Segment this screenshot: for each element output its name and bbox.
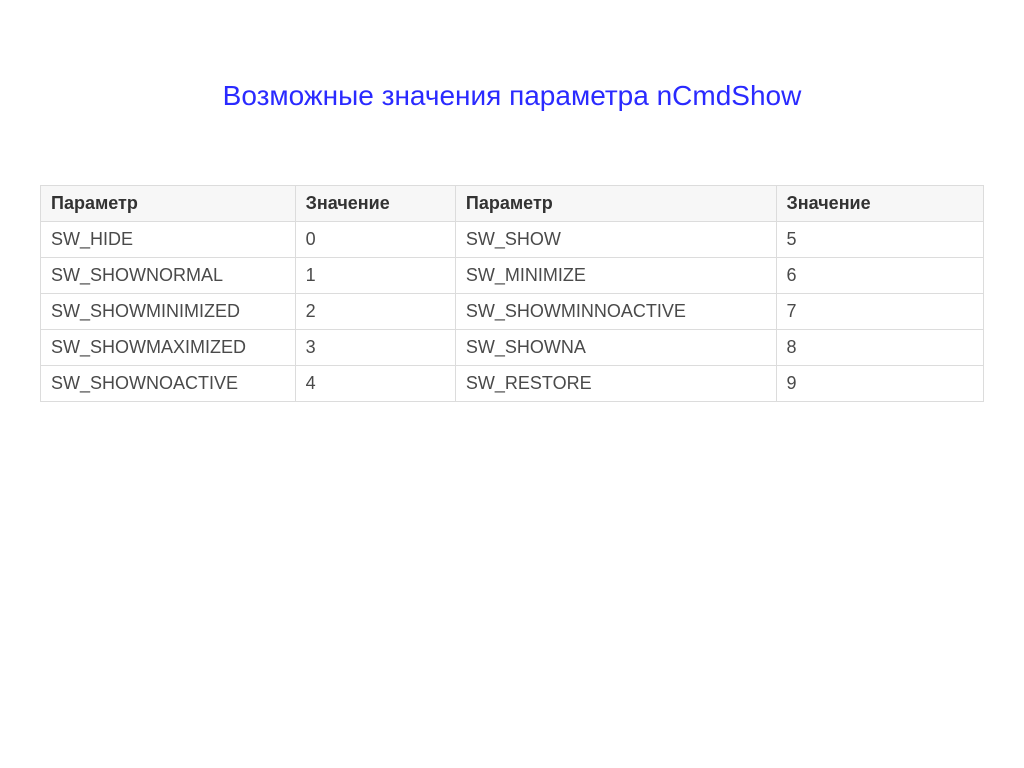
- header-param-1: Параметр: [41, 186, 296, 222]
- ncmdshow-table: Параметр Значение Параметр Значение SW_H…: [40, 185, 984, 402]
- cell-value: 4: [295, 366, 455, 402]
- cell-value: 1: [295, 258, 455, 294]
- page-title: Возможные значения параметра nCmdShow: [0, 80, 1024, 112]
- header-value-2: Значение: [776, 186, 983, 222]
- cell-value: 0: [295, 222, 455, 258]
- cell-param: SW_SHOWMINIMIZED: [41, 294, 296, 330]
- header-value-1: Значение: [295, 186, 455, 222]
- table-row: SW_SHOWNORMAL 1 SW_MINIMIZE 6: [41, 258, 984, 294]
- header-param-2: Параметр: [455, 186, 776, 222]
- table-row: SW_HIDE 0 SW_SHOW 5: [41, 222, 984, 258]
- cell-value: 9: [776, 366, 983, 402]
- cell-value: 2: [295, 294, 455, 330]
- cell-value: 5: [776, 222, 983, 258]
- table-row: SW_SHOWNOACTIVE 4 SW_RESTORE 9: [41, 366, 984, 402]
- table-row: SW_SHOWMAXIMIZED 3 SW_SHOWNA 8: [41, 330, 984, 366]
- cell-param: SW_SHOWNORMAL: [41, 258, 296, 294]
- table-row: SW_SHOWMINIMIZED 2 SW_SHOWMINNOACTIVE 7: [41, 294, 984, 330]
- cell-param: SW_SHOWMINNOACTIVE: [455, 294, 776, 330]
- cell-param: SW_HIDE: [41, 222, 296, 258]
- cell-param: SW_SHOW: [455, 222, 776, 258]
- cell-param: SW_RESTORE: [455, 366, 776, 402]
- cell-param: SW_SHOWNOACTIVE: [41, 366, 296, 402]
- cell-value: 6: [776, 258, 983, 294]
- table-header-row: Параметр Значение Параметр Значение: [41, 186, 984, 222]
- cell-value: 3: [295, 330, 455, 366]
- cell-value: 7: [776, 294, 983, 330]
- cell-param: SW_SHOWMAXIMIZED: [41, 330, 296, 366]
- table-wrap: Параметр Значение Параметр Значение SW_H…: [40, 185, 984, 402]
- cell-param: SW_MINIMIZE: [455, 258, 776, 294]
- cell-param: SW_SHOWNA: [455, 330, 776, 366]
- cell-value: 8: [776, 330, 983, 366]
- page: Возможные значения параметра nCmdShow Па…: [0, 0, 1024, 768]
